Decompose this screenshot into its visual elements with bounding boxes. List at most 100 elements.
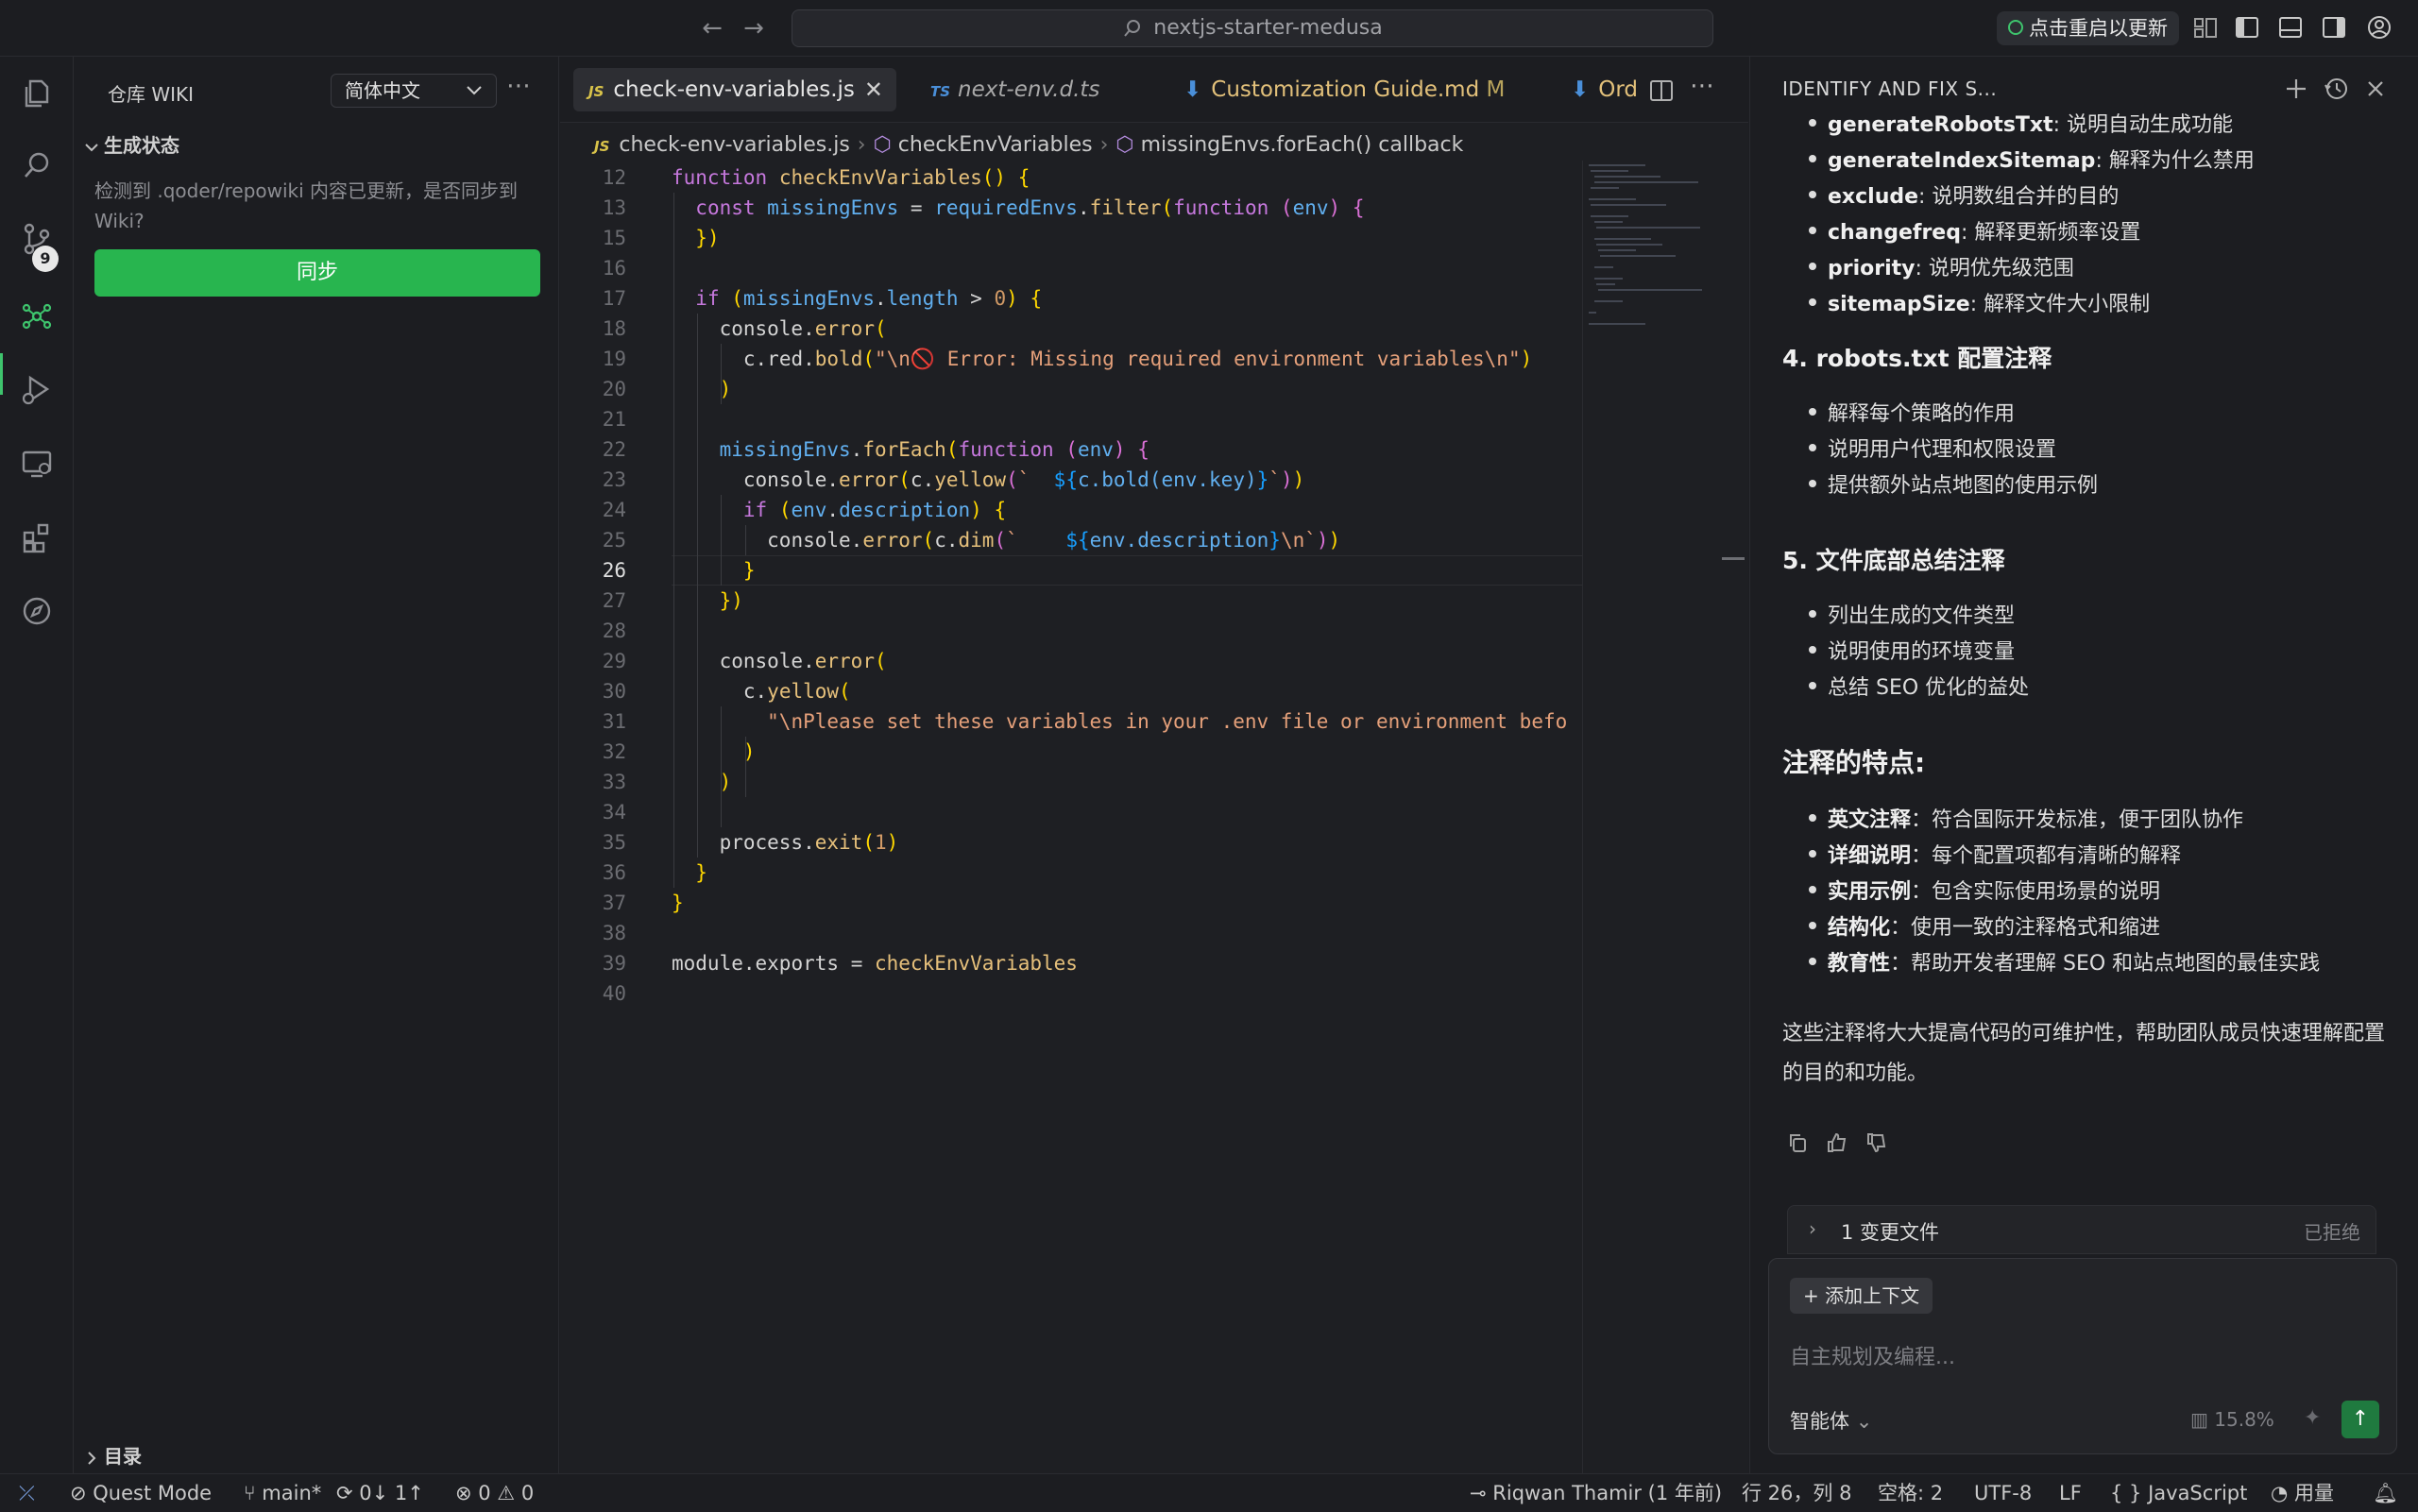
minimap[interactable] [1582, 161, 1724, 1473]
thumbs-down-icon[interactable] [1865, 1131, 1888, 1154]
chat-title: IDENTIFY AND FIX S... [1782, 77, 1998, 100]
code-line[interactable]: 35 process.exit(1) [560, 827, 1582, 858]
remote-icon[interactable]: ⤫ [19, 1474, 35, 1512]
code-line[interactable]: 16 [560, 253, 1582, 283]
customize-layout-icon[interactable] [2191, 13, 2220, 42]
search-icon[interactable] [19, 147, 55, 183]
remote-explorer-icon[interactable] [19, 446, 55, 482]
branch-item[interactable]: ⑂ main* [244, 1474, 321, 1512]
code-line[interactable]: 31 "\nPlease set these variables in your… [560, 706, 1582, 737]
account-icon[interactable] [2365, 13, 2393, 42]
code-line[interactable]: 37} [560, 888, 1582, 918]
code-line[interactable]: 24 if (env.description) { [560, 495, 1582, 525]
code-line[interactable]: 22 missingEnvs.forEach(function (env) { [560, 434, 1582, 465]
command-center-search[interactable]: nextjs-starter-medusa [792, 9, 1713, 47]
sync-button[interactable]: 同步 [94, 249, 540, 297]
close-icon[interactable]: ✕ [864, 68, 883, 111]
scrollbar-indicator[interactable] [1722, 557, 1745, 560]
code-editor[interactable]: 12 function checkEnvVariables() {13 const… [560, 162, 1582, 1473]
code-line[interactable]: 13 const missingEnvs = requiredEnvs.filt… [560, 193, 1582, 223]
cursor-position[interactable]: 行 26，列 8 [1742, 1474, 1851, 1512]
ts-file-icon: TS [930, 83, 951, 100]
line-number: 26 [602, 559, 626, 582]
copy-icon[interactable] [1786, 1131, 1809, 1154]
tab-customization-guide[interactable]: ⬇ Customization Guide.md M [1168, 68, 1520, 111]
tab-ord[interactable]: ⬇ Ord [1556, 68, 1653, 111]
line-number: 17 [602, 287, 626, 310]
code-line[interactable]: 34 [560, 797, 1582, 827]
features-heading: 注释的特点: [1782, 747, 1926, 778]
generation-status-section[interactable]: 生成状态 [83, 130, 179, 158]
indentation[interactable]: 空格: 2 [1878, 1474, 1943, 1512]
code-line[interactable]: 36 } [560, 858, 1582, 888]
close-icon[interactable] [2362, 76, 2389, 102]
code-line[interactable]: 32 ) [560, 737, 1582, 767]
breadcrumb-callback[interactable]: missingEnvs.forEach() callback [1141, 133, 1464, 157]
tab-next-env[interactable]: TS next-env.d.ts [915, 68, 1115, 111]
run-debug-icon[interactable] [19, 372, 55, 408]
sparkle-icon[interactable]: ✦ [2304, 1406, 2321, 1430]
code-line[interactable]: 18 console.error( [560, 314, 1582, 344]
error-icon: ⊗ [455, 1482, 479, 1504]
compass-icon[interactable] [19, 593, 55, 629]
repo-wiki-icon[interactable] [19, 298, 55, 334]
quest-mode-item[interactable]: ⊘ Quest Mode [70, 1474, 212, 1512]
breadcrumb-function[interactable]: checkEnvVariables [898, 133, 1093, 157]
toc-section[interactable]: 目录 [83, 1441, 142, 1469]
toc-label: 目录 [104, 1445, 142, 1468]
changed-files-bar[interactable]: › 1 变更文件 已拒绝 [1787, 1205, 2376, 1254]
end-of-line[interactable]: LF [2059, 1474, 2082, 1512]
tab-check-env-variables[interactable]: JS check-env-variables.js ✕ [573, 68, 896, 111]
toggle-panel-icon[interactable] [2276, 13, 2305, 42]
code-line[interactable]: 27 }) [560, 586, 1582, 616]
toggle-secondary-sidebar-icon[interactable] [2320, 13, 2348, 42]
new-chat-icon[interactable] [2283, 76, 2309, 102]
restart-to-update-button[interactable]: 点击重启以更新 [1997, 11, 2179, 45]
usage-item[interactable]: ◔ 用量 [2271, 1474, 2334, 1512]
chat-input[interactable]: 自主规划及编程... [1790, 1340, 1955, 1370]
code-line[interactable]: 29 console.error( [560, 646, 1582, 676]
code-line[interactable]: 17 if (missingEnvs.length > 0) { [560, 283, 1582, 314]
code-line[interactable]: 40 [560, 978, 1582, 1009]
code-line[interactable]: 20 ) [560, 374, 1582, 404]
forward-arrow-icon[interactable]: → [739, 13, 769, 43]
code-line[interactable]: 12 function checkEnvVariables() { [560, 162, 1582, 193]
code-line[interactable]: 23 console.error(c.yellow(` ${c.bold(env… [560, 465, 1582, 495]
toggle-primary-sidebar-icon[interactable] [2233, 13, 2261, 42]
thumbs-up-icon[interactable] [1826, 1131, 1848, 1154]
extensions-icon[interactable] [19, 519, 55, 555]
source-control-badge: 9 [32, 246, 59, 272]
code-line[interactable]: 26 } [560, 555, 1582, 586]
editor-more-icon[interactable]: ⋯ [1690, 72, 1714, 100]
language-mode[interactable]: { } JavaScript [2110, 1474, 2247, 1512]
breadcrumb-file[interactable]: check-env-variables.js [619, 133, 849, 157]
encoding[interactable]: UTF-8 [1974, 1474, 2032, 1512]
explorer-icon[interactable] [19, 76, 55, 111]
send-button[interactable]: ↑ [2341, 1401, 2379, 1438]
line-number: 23 [602, 468, 626, 491]
code-line[interactable]: 19 c.red.bold("\n🚫 Error: Missing requir… [560, 344, 1582, 374]
code-text: if (env.description) { [742, 499, 1007, 521]
git-blame-item[interactable]: ⊸ Riqwan Thamir (1 年前) [1470, 1474, 1722, 1512]
search-text: nextjs-starter-medusa [1153, 16, 1383, 40]
code-line[interactable]: 39 module.exports = checkEnvVariables [560, 948, 1582, 978]
code-line[interactable]: 15 }) [560, 223, 1582, 253]
language-select[interactable]: 简体中文 [331, 74, 497, 108]
code-line[interactable]: 33 ) [560, 767, 1582, 797]
list-item: 说明用户代理和权限设置 [1808, 433, 2056, 463]
code-line[interactable]: 28 [560, 616, 1582, 646]
code-line[interactable]: 30 c.yellow( [560, 676, 1582, 706]
agent-mode-select[interactable]: 智能体 ⌄ [1790, 1406, 1872, 1435]
agent-mode-label: 智能体 [1790, 1410, 1849, 1433]
back-arrow-icon[interactable]: ← [697, 13, 727, 43]
history-icon[interactable] [2323, 76, 2349, 102]
sync-item[interactable]: ⟳ 0↓ 1↑ [336, 1474, 424, 1512]
code-line[interactable]: 21 [560, 404, 1582, 434]
notifications-bell-icon[interactable]: 🔔︎ [2373, 1474, 2398, 1512]
more-actions-icon[interactable]: ⋯ [506, 72, 532, 100]
split-editor-icon[interactable] [1648, 77, 1675, 104]
problems-item[interactable]: ⊗ 0 ⚠ 0 [455, 1474, 534, 1512]
code-line[interactable]: 25 console.error(c.dim(` ${env.descripti… [560, 525, 1582, 555]
code-line[interactable]: 38 [560, 918, 1582, 948]
add-context-button[interactable]: + 添加上下文 [1790, 1278, 1933, 1314]
